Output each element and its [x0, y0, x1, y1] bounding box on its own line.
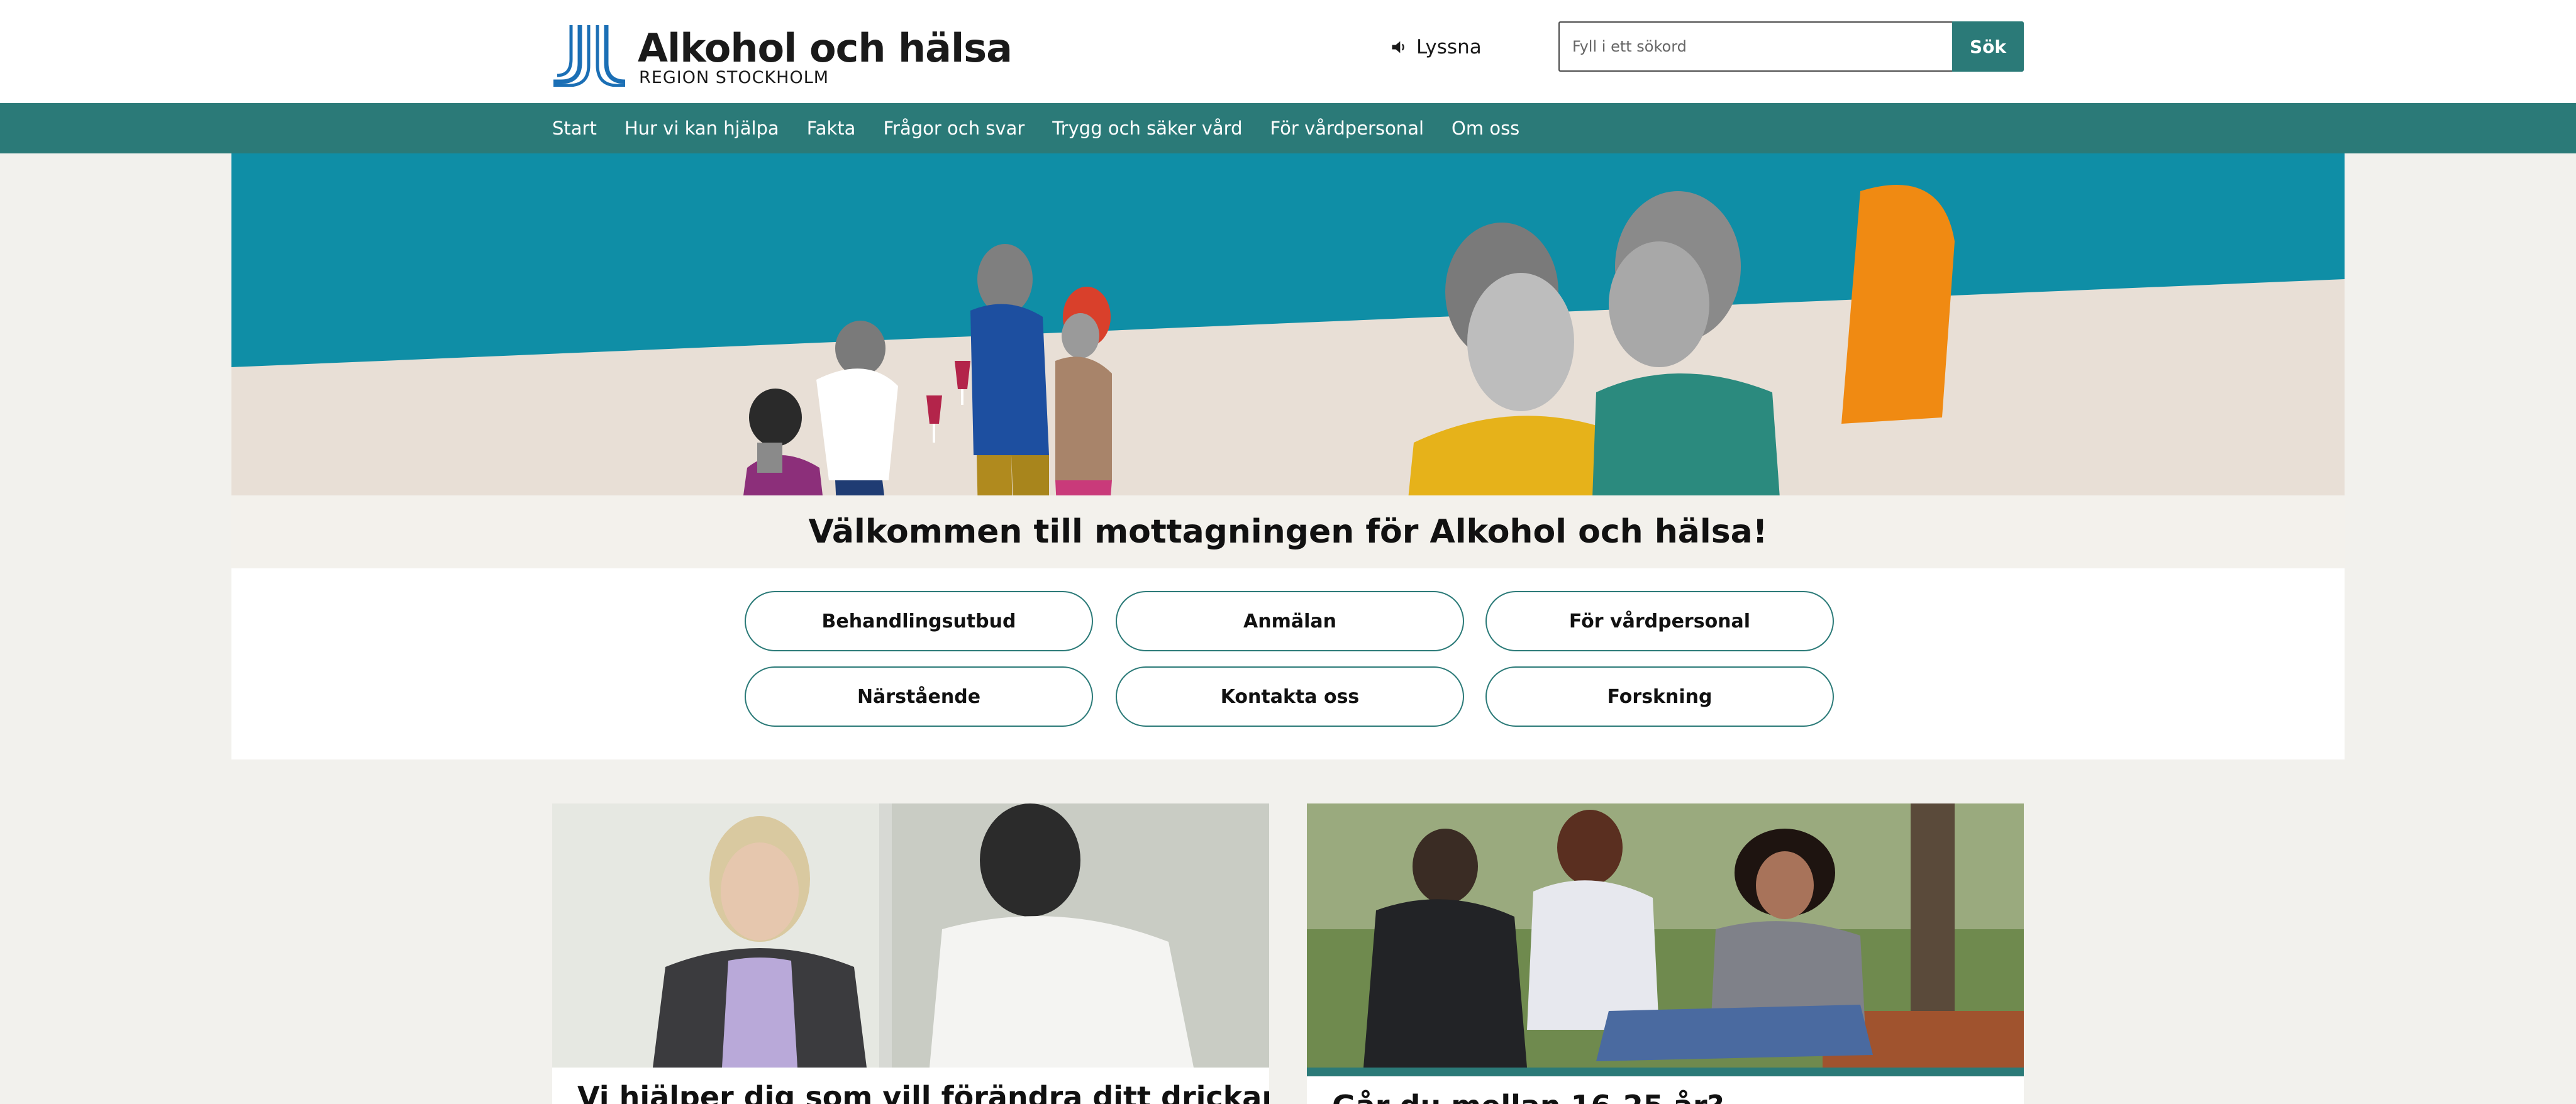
nav-link-om-oss[interactable]: Om oss [1452, 118, 1519, 139]
site-logo[interactable]: Alkohol och hälsa REGION STOCKHOLM [552, 24, 1013, 89]
speaker-icon [1392, 41, 1404, 53]
nav-item: Fakta [807, 118, 856, 139]
nav-link-fragor-och-svar[interactable]: Frågor och svar [883, 118, 1024, 139]
logo-subtitle: REGION STOCKHOLM [639, 68, 830, 87]
card-image-young-people [1307, 803, 2024, 1068]
young-people-photo-placeholder [1307, 803, 2024, 1068]
nav-link-hur-vi-kan-hjalpa[interactable]: Hur vi kan hjälpa [625, 118, 779, 139]
nav-link-trygg-och-saker-vard[interactable]: Trygg och säker vård [1052, 118, 1242, 139]
nav-item: Start [552, 118, 597, 139]
nav-item: För vårdpersonal [1270, 118, 1424, 139]
nav-item: Hur vi kan hjälpa [625, 118, 779, 139]
nav-item: Frågor och svar [883, 118, 1024, 139]
card-title: Går du mellan 16-25 år? [1332, 1089, 1724, 1104]
nav-link-start[interactable]: Start [552, 118, 597, 139]
quick-links: Behandlingsutbud Anmälan För vårdpersona… [231, 568, 2345, 759]
listen-button[interactable]: Lyssna [1390, 33, 1482, 62]
main-navigation: Start Hur vi kan hjälpa Fakta Frågor och… [0, 103, 2576, 153]
nav-link-fakta[interactable]: Fakta [807, 118, 856, 139]
search-form: Sök [1558, 21, 2024, 72]
nav-link-for-vardpersonal[interactable]: För vårdpersonal [1270, 118, 1424, 139]
counselling-photo-placeholder [552, 803, 1269, 1068]
search-button[interactable]: Sök [1952, 21, 2024, 72]
logo-title: Alkohol och hälsa [638, 25, 1013, 71]
quick-link-for-vardpersonal[interactable]: För vårdpersonal [1485, 591, 1834, 651]
quick-link-kontakta-oss[interactable]: Kontakta oss [1116, 666, 1464, 727]
search-input[interactable] [1558, 21, 1952, 72]
welcome-banner: Välkommen till mottagningen för Alkohol … [231, 495, 2345, 568]
nav-item: Trygg och säker vård [1052, 118, 1242, 139]
quick-link-anmalan[interactable]: Anmälan [1116, 591, 1464, 651]
page-title: Välkommen till mottagningen för Alkohol … [808, 513, 1768, 551]
quick-link-narstaende[interactable]: Närstående [745, 666, 1093, 727]
content-card[interactable]: Går du mellan 16-25 år? [1307, 803, 2024, 1104]
quick-link-forskning[interactable]: Forskning [1485, 666, 1834, 727]
hero-illustration [231, 153, 2345, 495]
card-title: Vi hjälper dig som vill förändra ditt dr… [577, 1080, 1269, 1104]
site-header: Alkohol och hälsa REGION STOCKHOLM Lyssn… [0, 0, 2576, 103]
nav-item: Om oss [1452, 118, 1519, 139]
hero-people-illustration [231, 153, 2345, 495]
card-image-counselling [552, 803, 1269, 1068]
nav-list: Start Hur vi kan hjälpa Fakta Frågor och… [552, 103, 1519, 153]
quick-link-behandlingsutbud[interactable]: Behandlingsutbud [745, 591, 1093, 651]
content-card[interactable]: Vi hjälper dig som vill förändra ditt dr… [552, 803, 1269, 1104]
region-stockholm-logo-icon [553, 25, 626, 87]
card-accent-bar [1307, 1068, 2024, 1076]
listen-label: Lyssna [1416, 36, 1482, 58]
